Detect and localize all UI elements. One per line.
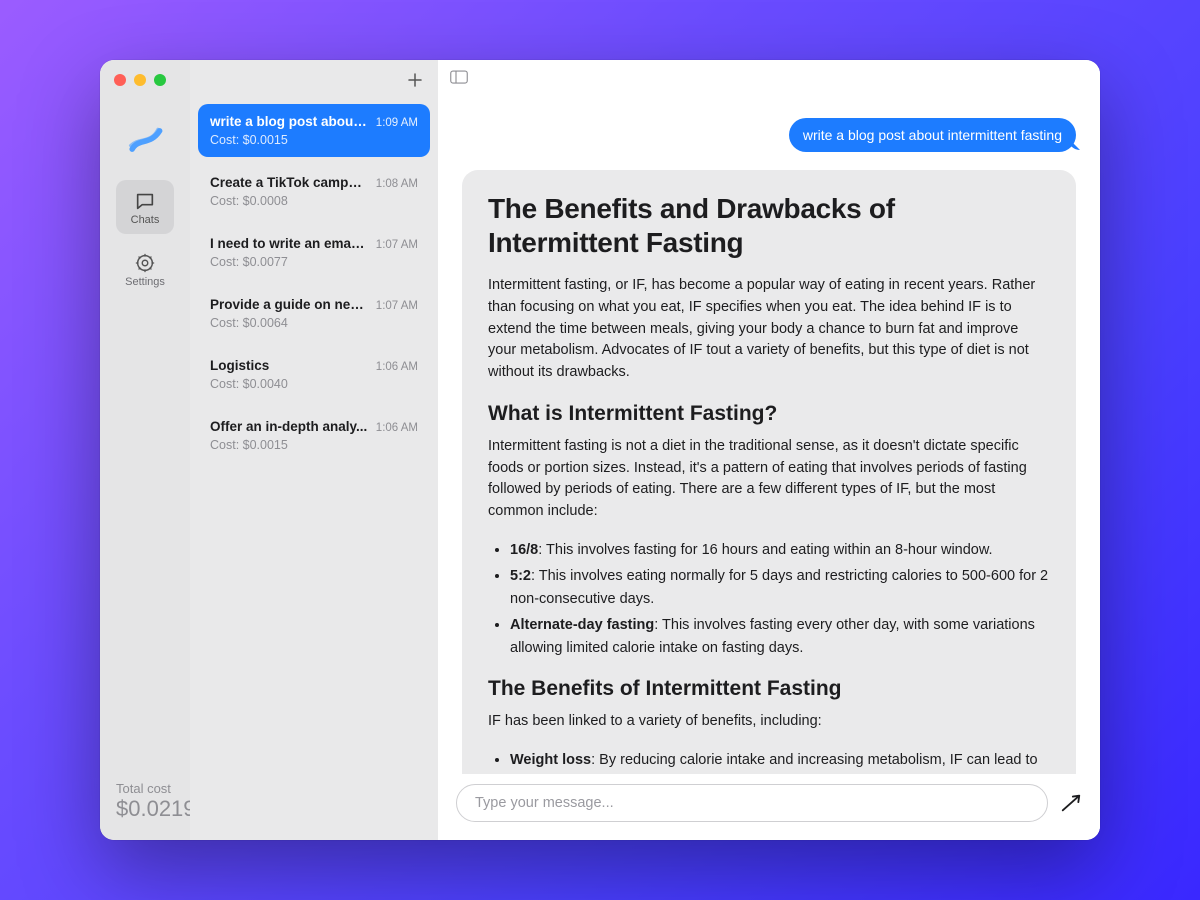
article-heading: The Benefits of Intermittent Fasting	[488, 677, 1050, 701]
article-list: 16/8: This involves fasting for 16 hours…	[510, 539, 1050, 659]
composer: Type your message...	[438, 774, 1100, 840]
chat-list-item[interactable]: Provide a guide on netw... 1:07 AM Cost:…	[198, 287, 430, 340]
message-input-placeholder: Type your message...	[475, 795, 614, 811]
chat-item-title: Create a TikTok campaign	[210, 175, 368, 190]
chat-item-cost: Cost: $0.0040	[210, 377, 418, 391]
chat-item-title: Logistics	[210, 358, 368, 373]
chat-list-header	[190, 60, 438, 100]
list-item: 16/8: This involves fasting for 16 hours…	[510, 539, 1050, 561]
article-list: Weight loss: By reducing calorie intake …	[510, 749, 1050, 774]
total-cost-label: Total cost	[116, 781, 174, 796]
list-item: Alternate-day fasting: This involves fas…	[510, 614, 1050, 659]
chat-item-time: 1:06 AM	[376, 361, 418, 373]
app-logo	[123, 118, 167, 162]
chat-item-cost: Cost: $0.0015	[210, 438, 418, 452]
conversation-scroll[interactable]: write a blog post about intermittent fas…	[438, 94, 1100, 774]
chat-item-cost: Cost: $0.0008	[210, 194, 418, 208]
chat-list-item[interactable]: Create a TikTok campaign 1:08 AM Cost: $…	[198, 165, 430, 218]
nav-chats-label: Chats	[131, 214, 160, 226]
main-header	[438, 60, 1100, 94]
chat-item-title: I need to write an email...	[210, 236, 368, 251]
user-message: write a blog post about intermittent fas…	[789, 118, 1076, 152]
chat-list-item[interactable]: Offer an in-depth analy... 1:06 AM Cost:…	[198, 409, 430, 462]
assistant-message: The Benefits and Drawbacks of Intermitte…	[462, 170, 1076, 774]
gear-icon	[134, 252, 156, 274]
chat-item-title: Offer an in-depth analy...	[210, 419, 368, 434]
nav-chats[interactable]: Chats	[116, 180, 174, 234]
chat-item-cost: Cost: $0.0077	[210, 255, 418, 269]
chat-item-time: 1:08 AM	[376, 178, 418, 190]
close-window-button[interactable]	[114, 74, 126, 86]
article-paragraph: Intermittent fasting is not a diet in th…	[488, 436, 1050, 523]
chat-list-item[interactable]: write a blog post about... 1:09 AM Cost:…	[198, 104, 430, 157]
chat-list-item[interactable]: I need to write an email... 1:07 AM Cost…	[198, 226, 430, 279]
send-icon[interactable]	[1060, 792, 1082, 814]
maximize-window-button[interactable]	[154, 74, 166, 86]
chat-list-item[interactable]: Logistics 1:06 AM Cost: $0.0040	[198, 348, 430, 401]
chat-item-time: 1:06 AM	[376, 422, 418, 434]
app-window: Chats Settings Total cost $0.0219 write …	[100, 60, 1100, 840]
new-chat-button[interactable]	[406, 71, 424, 89]
article-paragraph: IF has been linked to a variety of benef…	[488, 711, 1050, 733]
nav-settings-label: Settings	[125, 276, 165, 288]
left-rail: Chats Settings Total cost $0.0219	[100, 60, 190, 840]
nav-settings[interactable]: Settings	[116, 252, 174, 288]
article-paragraph: Intermittent fasting, or IF, has become …	[488, 275, 1050, 384]
chat-item-title: Provide a guide on netw...	[210, 297, 368, 312]
article-title: The Benefits and Drawbacks of Intermitte…	[488, 192, 1050, 259]
chat-list-panel: write a blog post about... 1:09 AM Cost:…	[190, 60, 438, 840]
chat-item-time: 1:09 AM	[376, 117, 418, 129]
sidebar-toggle-icon[interactable]	[450, 70, 468, 84]
total-cost: Total cost $0.0219	[100, 781, 190, 840]
total-cost-value: $0.0219	[116, 796, 174, 822]
minimize-window-button[interactable]	[134, 74, 146, 86]
chat-item-cost: Cost: $0.0015	[210, 133, 418, 147]
chat-item-time: 1:07 AM	[376, 239, 418, 251]
window-controls	[114, 74, 166, 86]
article-heading: What is Intermittent Fasting?	[488, 402, 1050, 426]
chat-item-time: 1:07 AM	[376, 300, 418, 312]
chat-item-title: write a blog post about...	[210, 114, 368, 129]
chat-item-cost: Cost: $0.0064	[210, 316, 418, 330]
list-item: Weight loss: By reducing calorie intake …	[510, 749, 1050, 774]
message-input[interactable]: Type your message...	[456, 784, 1048, 822]
main-panel: write a blog post about intermittent fas…	[438, 60, 1100, 840]
list-item: 5:2: This involves eating normally for 5…	[510, 565, 1050, 610]
chat-bubble-icon	[134, 190, 156, 212]
